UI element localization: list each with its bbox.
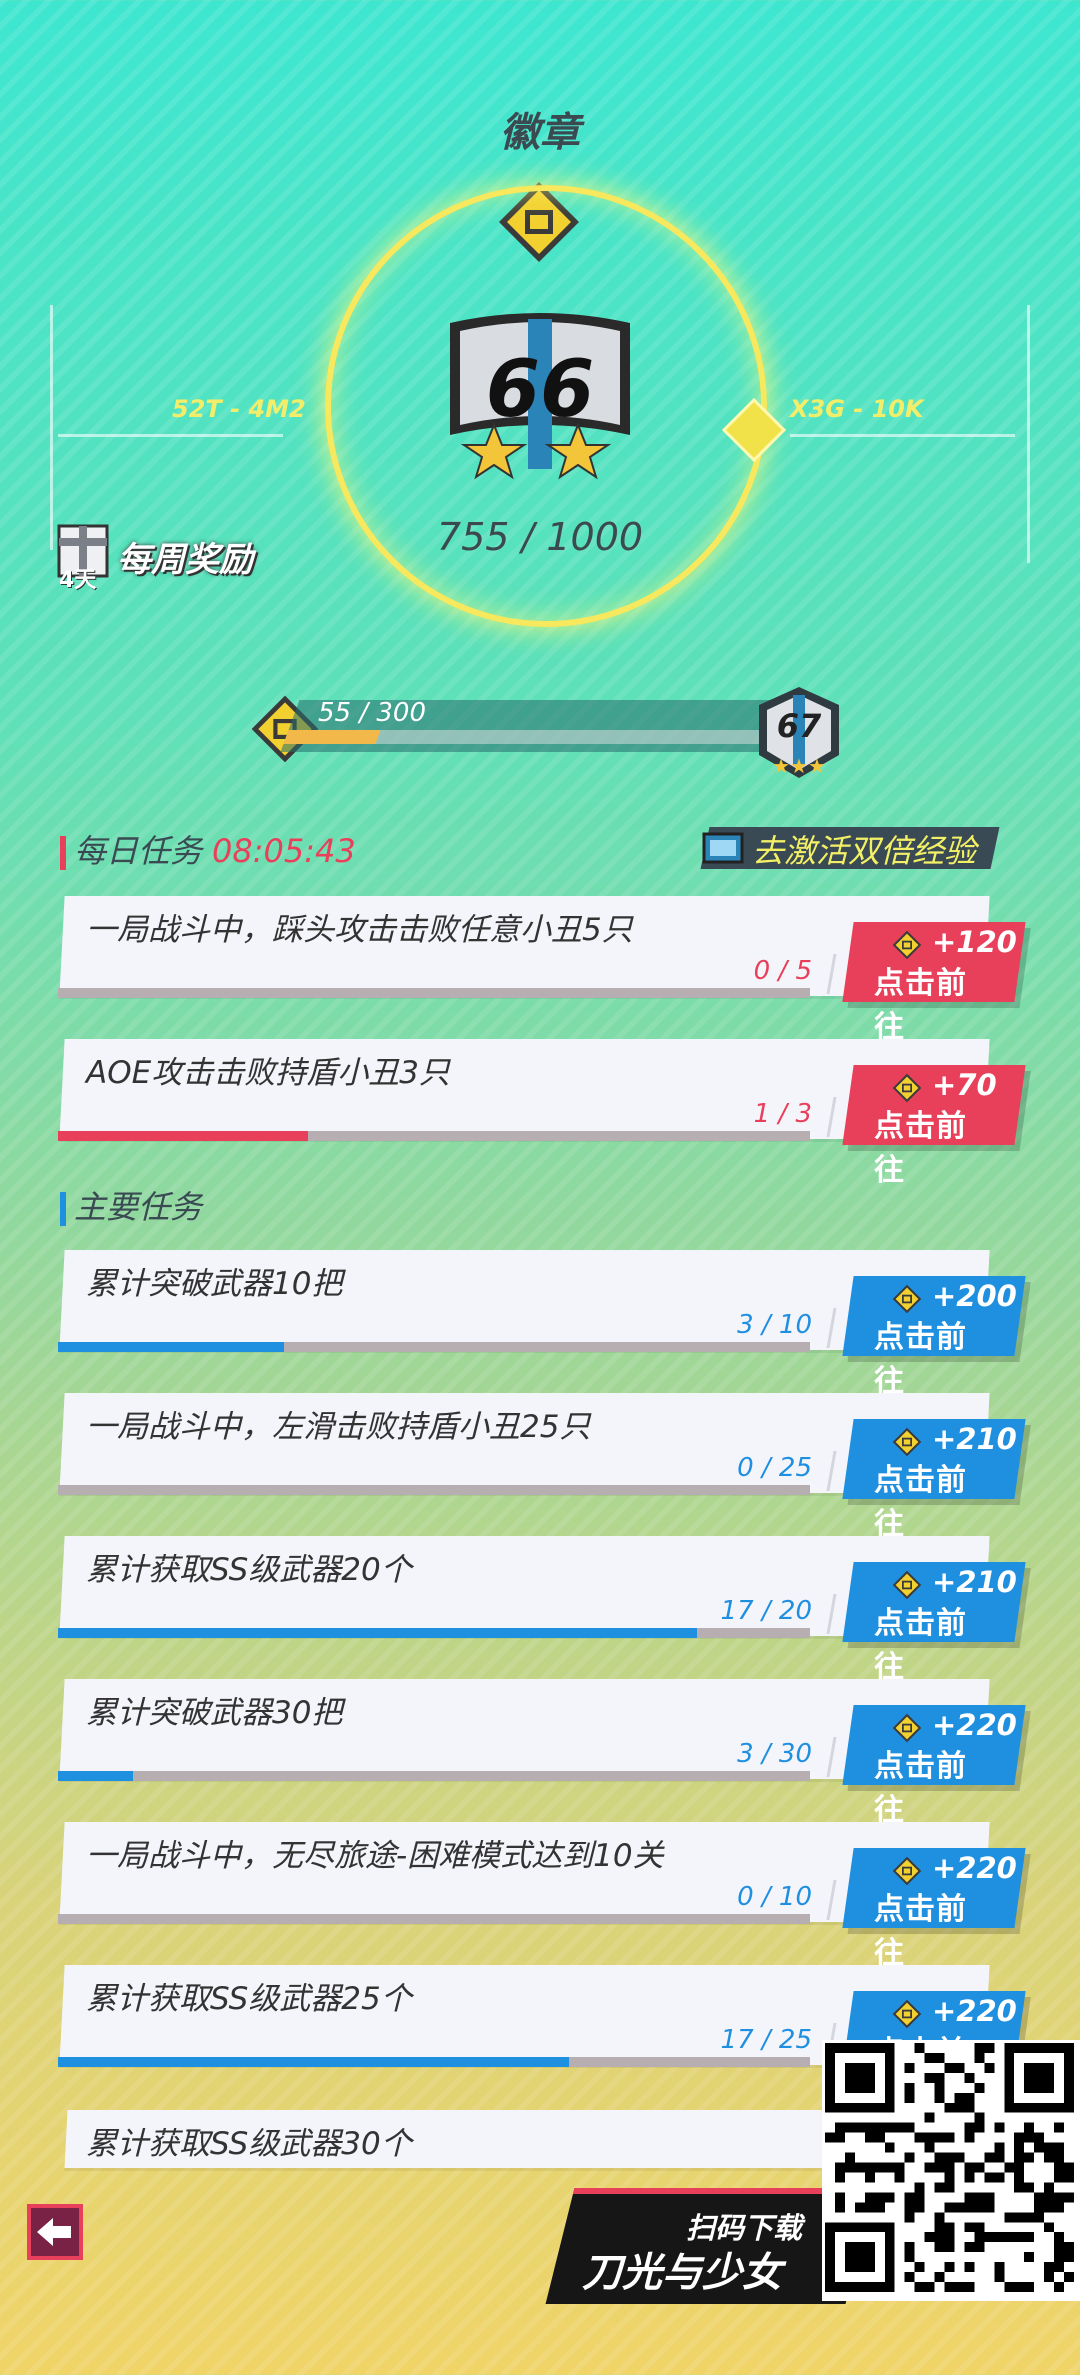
reward-value: +70 bbox=[932, 1068, 997, 1102]
right-range-line bbox=[790, 434, 1015, 437]
medal-coin-icon bbox=[892, 1713, 922, 1743]
right-range-label: X3G - 10K bbox=[790, 395, 924, 423]
medal-coin-icon bbox=[892, 930, 922, 960]
medal-coin-icon bbox=[892, 1427, 922, 1457]
task-count: 3 / 30 bbox=[737, 1739, 812, 1769]
next-rank-diamond-icon bbox=[722, 398, 786, 462]
daily-accent-bar bbox=[60, 836, 66, 870]
go-label: 点击前往 bbox=[874, 1463, 967, 1542]
level-bar-fill bbox=[283, 730, 381, 744]
task-text: 累计获取SS级武器30个 bbox=[86, 2126, 412, 2162]
task-progress-fill bbox=[58, 1342, 284, 1352]
task-progress-fill bbox=[58, 1771, 134, 1781]
main-tasks-header: 主要任务 bbox=[60, 1182, 202, 1228]
daily-title: 每日任务 bbox=[74, 832, 203, 870]
medal-coin-icon bbox=[892, 1073, 922, 1103]
qr-code-image bbox=[825, 2043, 1074, 2292]
task-count: 0 / 25 bbox=[737, 1453, 812, 1483]
next-level-number: 67 bbox=[776, 707, 822, 745]
qr-code[interactable] bbox=[822, 2040, 1080, 2301]
task-count: 0 / 10 bbox=[737, 1882, 812, 1912]
task-row: AOE攻击击败持盾小丑3只 1 / 3 +70 点击前往 bbox=[58, 1039, 1026, 1188]
go-label: 点击前往 bbox=[874, 1892, 967, 1971]
weekly-reward-label: 每周奖励 bbox=[117, 540, 253, 580]
task-text: 累计获取SS级武器20个 bbox=[86, 1552, 412, 1588]
task-progress-fill bbox=[58, 1628, 698, 1638]
task-count: 17 / 20 bbox=[720, 1596, 812, 1626]
task-progress-track bbox=[58, 1342, 810, 1352]
medal-coin-icon bbox=[892, 1999, 922, 2029]
reward-value: +220 bbox=[932, 1994, 1017, 2028]
task-text: 累计获取SS级武器25个 bbox=[86, 1981, 412, 2017]
left-range-line bbox=[58, 434, 283, 437]
main-title: 主要任务 bbox=[74, 1188, 203, 1226]
medal-coin-icon bbox=[892, 1284, 922, 1314]
badge-emblem[interactable]: 66 bbox=[442, 305, 638, 480]
task-row: 一局战斗中，踩头攻击击败任意小丑5只 0 / 5 +120 点击前往 bbox=[58, 896, 1026, 1045]
daily-tasks-header: 每日任务 08:05:43 bbox=[60, 826, 356, 872]
page-title: 徽章 bbox=[500, 110, 580, 156]
task-count: 3 / 10 bbox=[737, 1310, 812, 1340]
task-count: 17 / 25 bbox=[720, 2025, 812, 2055]
reward-value: +220 bbox=[932, 1708, 1017, 1742]
double-exp-label: 去激活双倍经验 bbox=[752, 832, 977, 870]
reward-value: +220 bbox=[932, 1851, 1017, 1885]
task-text: 累计突破武器30把 bbox=[86, 1695, 343, 1731]
medal-coin-icon bbox=[892, 1856, 922, 1886]
go-label: 点击前往 bbox=[874, 1320, 967, 1399]
left-range-label: 52T - 4M2 bbox=[172, 395, 306, 423]
game-name-label: 刀光与少女 bbox=[582, 2250, 782, 2296]
daily-timer: 08:05:43 bbox=[212, 832, 356, 870]
task-row: 累计获取SS级武器20个 17 / 20 +210 点击前往 bbox=[58, 1536, 1026, 1685]
task-progress-track bbox=[58, 1628, 810, 1638]
go-label: 点击前往 bbox=[874, 966, 967, 1045]
task-text: 一局战斗中，无尽旅途-困难模式达到10关 bbox=[86, 1838, 664, 1874]
task-progress-track bbox=[58, 1771, 810, 1781]
task-row: 累计突破武器10把 3 / 10 +200 点击前往 bbox=[58, 1250, 1026, 1399]
back-arrow-icon bbox=[37, 2218, 71, 2246]
weekly-reward-button[interactable]: 4天 每周奖励 bbox=[55, 518, 285, 593]
badge-level: 66 bbox=[485, 345, 595, 435]
left-bracket bbox=[50, 305, 53, 550]
task-count: 1 / 3 bbox=[753, 1099, 812, 1129]
task-text: 累计突破武器10把 bbox=[86, 1266, 343, 1302]
reward-value: +210 bbox=[932, 1565, 1017, 1599]
reward-value: +210 bbox=[932, 1422, 1017, 1456]
task-progress-track bbox=[58, 1485, 810, 1495]
task-progress-fill bbox=[58, 2057, 570, 2067]
back-button[interactable] bbox=[27, 2204, 83, 2260]
task-progress-fill bbox=[58, 1131, 309, 1141]
task-text: AOE攻击击败持盾小丑3只 bbox=[86, 1055, 450, 1091]
level-bar-text: 55 / 300 bbox=[318, 698, 426, 728]
go-label: 点击前往 bbox=[874, 1749, 967, 1828]
main-accent-bar bbox=[60, 1192, 66, 1226]
task-progress-track bbox=[58, 988, 810, 998]
task-progress-track bbox=[58, 2057, 810, 2067]
task-text: 一局战斗中，左滑击败持盾小丑25只 bbox=[86, 1409, 591, 1445]
go-label: 点击前往 bbox=[874, 1606, 967, 1685]
task-progress-track bbox=[58, 1131, 810, 1141]
task-text: 一局战斗中，踩头攻击击败任意小丑5只 bbox=[86, 912, 633, 948]
svg-text:★★★: ★★★ bbox=[772, 754, 826, 778]
task-count: 0 / 5 bbox=[753, 956, 812, 986]
reward-value: +120 bbox=[932, 925, 1017, 959]
task-row: 累计突破武器30把 3 / 30 +220 点击前往 bbox=[58, 1679, 1026, 1828]
task-row: 一局战斗中，左滑击败持盾小丑25只 0 / 25 +210 点击前往 bbox=[58, 1393, 1026, 1542]
reward-value: +200 bbox=[932, 1279, 1017, 1313]
task-row: 一局战斗中，无尽旅途-困难模式达到10关 0 / 10 +220 点击前往 bbox=[58, 1822, 1026, 1971]
next-level-badge: ★★★ 67 bbox=[755, 685, 843, 780]
medal-coin-icon bbox=[892, 1570, 922, 1600]
task-progress-track bbox=[58, 1914, 810, 1924]
double-exp-book-icon bbox=[702, 832, 744, 864]
weekly-days: 4天 bbox=[59, 568, 97, 593]
go-label: 点击前往 bbox=[874, 1109, 967, 1188]
